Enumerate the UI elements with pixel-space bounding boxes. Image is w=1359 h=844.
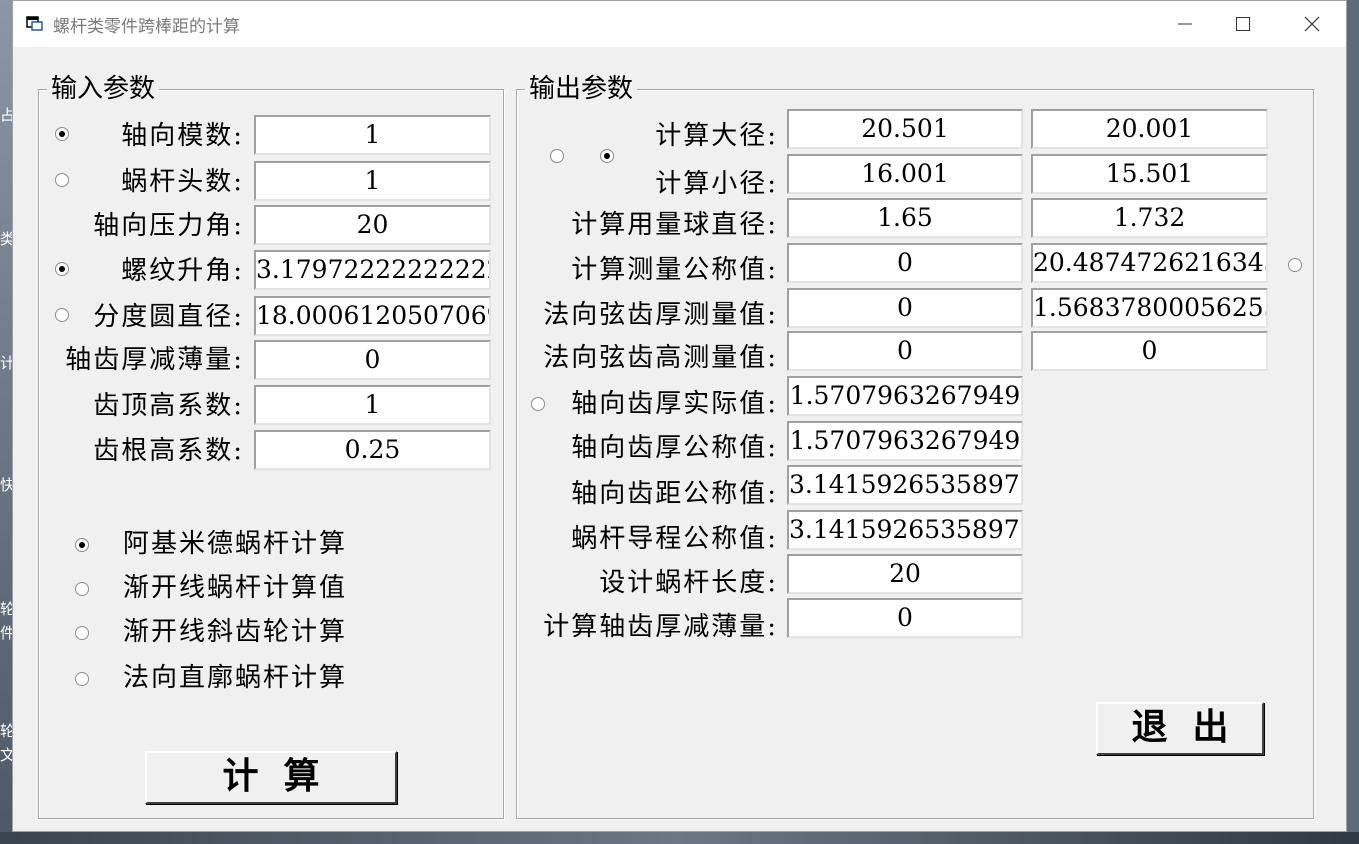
input-lead-angle[interactable]: 3.17972222222222 <box>254 250 491 290</box>
output-normal-chordal-thickness-2[interactable]: 1.56837800056255 <box>1031 288 1268 328</box>
radio-mode-archimedes[interactable] <box>75 538 89 552</box>
desktop-icon-label: 类 <box>0 230 12 248</box>
output-major-diameter-1[interactable]: 20.501 <box>787 109 1023 149</box>
label-measure-nominal: 计算测量公称值: <box>571 255 778 285</box>
label-lead-angle: 螺纹升角: <box>121 256 244 286</box>
output-ball-diameter-1[interactable]: 1.65 <box>787 198 1023 238</box>
label-axial-thickness-actual: 轴向齿厚实际值: <box>571 389 778 419</box>
output-measure-nominal-1[interactable]: 0 <box>787 243 1023 283</box>
output-axial-thickness-actual[interactable]: 1.5707963267949 <box>787 376 1023 416</box>
calculate-button[interactable]: 计 算 <box>145 751 397 804</box>
desktop-icon-label: 轮 <box>0 600 12 618</box>
desktop-icon-label: 文件 <box>0 746 12 764</box>
label-worm-starts: 蜗杆头数: <box>121 167 244 197</box>
close-icon <box>1304 16 1320 32</box>
minimize-icon <box>1178 23 1192 25</box>
desktop-icon-label: 件 <box>0 624 12 642</box>
desktop-icon-label: 轮 <box>0 722 12 740</box>
input-thickness-reduction[interactable]: 0 <box>254 340 491 380</box>
output-minor-diameter-2[interactable]: 15.501 <box>1031 154 1268 194</box>
label-axial-pressure-angle: 轴向压力角: <box>93 211 244 241</box>
output-normal-chordal-height-1[interactable]: 0 <box>787 331 1023 371</box>
output-normal-chordal-thickness-1[interactable]: 0 <box>787 288 1023 328</box>
label-mode-helical-gear[interactable]: 渐开线斜齿轮计算 <box>123 616 347 648</box>
label-worm-length: 设计蜗杆长度: <box>599 568 778 598</box>
label-worm-lead-nominal: 蜗杆导程公称值: <box>571 524 778 554</box>
desktop-background <box>0 0 12 844</box>
output-calc-thickness-reduction[interactable]: 0 <box>787 598 1023 638</box>
output-ball-diameter-2[interactable]: 1.732 <box>1031 198 1268 238</box>
desktop-icon-label: 计 <box>0 354 12 372</box>
label-axial-pitch-nominal: 轴向齿距公称值: <box>571 479 778 509</box>
output-normal-chordal-height-2[interactable]: 0 <box>1031 331 1268 371</box>
label-normal-chordal-height: 法向弦齿高测量值: <box>543 343 778 373</box>
title-bar[interactable]: 螺杆类零件跨棒距的计算 <box>13 1 1346 47</box>
window-title: 螺杆类零件跨棒距的计算 <box>53 17 240 37</box>
input-addendum-coefficient[interactable]: 1 <box>254 385 491 425</box>
label-dedendum-coefficient: 齿根高系数: <box>93 436 244 466</box>
maximize-button[interactable] <box>1208 1 1278 47</box>
input-pitch-diameter[interactable]: 18.0006120507069 <box>254 296 491 336</box>
radio-mode-involute-worm[interactable] <box>75 582 89 596</box>
output-axial-thickness-nominal[interactable]: 1.5707963267949 <box>787 421 1023 461</box>
output-worm-length[interactable]: 20 <box>787 554 1023 594</box>
maximize-icon <box>1236 17 1250 31</box>
label-ball-diameter: 计算用量球直径: <box>571 210 778 240</box>
desktop-icon-label: 占 <box>0 106 12 124</box>
output-worm-lead-nominal[interactable]: 3.14159265358979 <box>787 510 1023 550</box>
input-axial-module[interactable]: 1 <box>254 115 491 155</box>
label-calc-thickness-reduction: 计算轴齿厚减薄量: <box>543 612 778 642</box>
input-group-title: 输入参数 <box>47 74 160 104</box>
label-axial-thickness-nominal: 轴向齿厚公称值: <box>571 433 778 463</box>
label-mode-involute-worm[interactable]: 渐开线蜗杆计算值 <box>123 572 347 604</box>
label-thickness-reduction: 轴齿厚减薄量: <box>65 345 244 375</box>
radio-mode-normal-straight[interactable] <box>75 672 89 686</box>
label-normal-chordal-thickness: 法向弦齿厚测量值: <box>543 300 778 330</box>
output-minor-diameter-1[interactable]: 16.001 <box>787 154 1023 194</box>
label-minor-diameter: 计算小径: <box>655 169 778 199</box>
input-axial-pressure-angle[interactable]: 20 <box>254 205 491 245</box>
radio-axial-thickness-actual[interactable] <box>531 397 545 411</box>
close-button[interactable] <box>1277 1 1347 47</box>
output-axial-pitch-nominal[interactable]: 3.14159265358979 <box>787 465 1023 505</box>
radio-mode-helical-gear[interactable] <box>75 626 89 640</box>
app-window-icon <box>26 16 43 31</box>
app-window: 螺杆类零件跨棒距的计算 输入参数 轴向模数: 1 蜗杆头数: 1 轴向压力角: … <box>12 0 1347 832</box>
output-measure-nominal-2[interactable]: 20.4874726216345 <box>1031 243 1268 283</box>
label-mode-normal-straight[interactable]: 法向直廓蜗杆计算 <box>123 662 347 694</box>
desktop-taskbar-edge <box>0 832 1359 844</box>
label-major-diameter: 计算大径: <box>655 121 778 151</box>
radio-measure-value[interactable] <box>1288 258 1302 272</box>
output-group-title: 输出参数 <box>525 74 638 104</box>
input-dedendum-coefficient[interactable]: 0.25 <box>254 430 491 470</box>
desktop-icon-label: 快 <box>0 476 12 494</box>
label-pitch-diameter: 分度圆直径: <box>93 302 244 332</box>
label-addendum-coefficient: 齿顶高系数: <box>93 391 244 421</box>
exit-button[interactable]: 退 出 <box>1096 702 1264 755</box>
label-mode-archimedes[interactable]: 阿基米德蜗杆计算 <box>123 528 347 560</box>
output-major-diameter-2[interactable]: 20.001 <box>1031 109 1268 149</box>
label-axial-module: 轴向模数: <box>121 121 244 151</box>
input-worm-starts[interactable]: 1 <box>254 161 491 201</box>
